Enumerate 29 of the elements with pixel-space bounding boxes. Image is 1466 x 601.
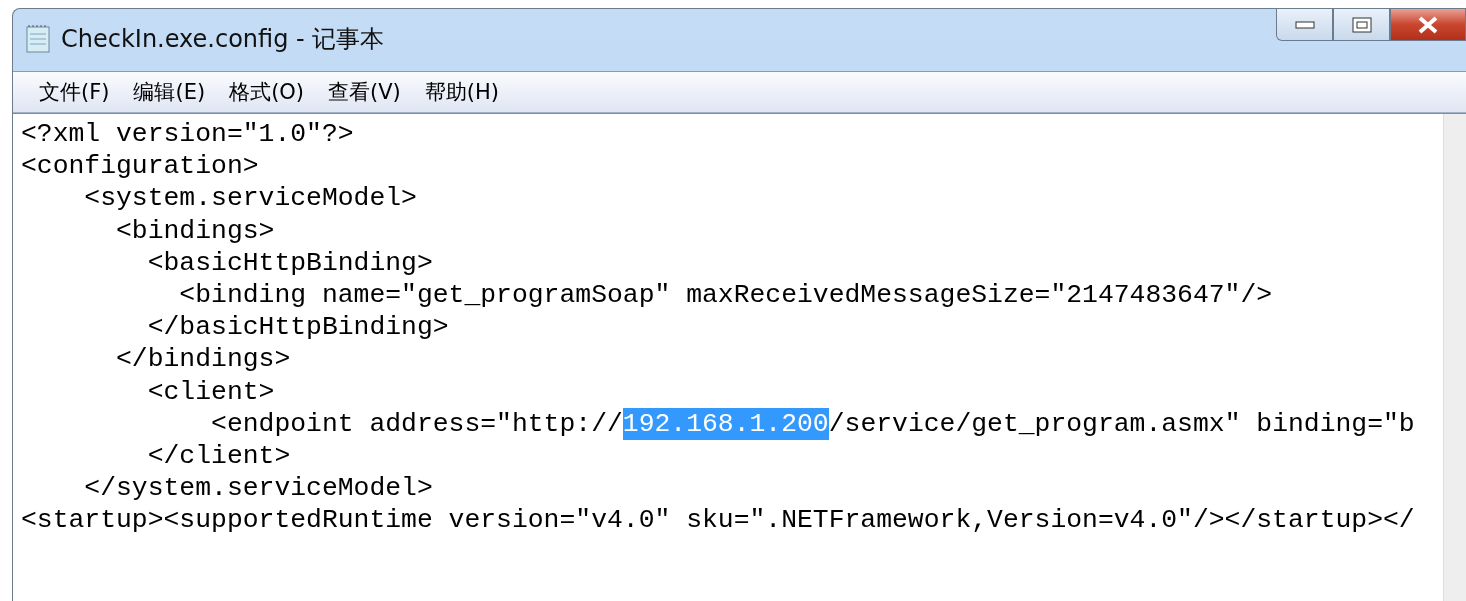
code-text: </system.serviceModel> — [83, 472, 433, 505]
selected-text: 192.168.1.200 — [622, 407, 829, 440]
code-text: <system.serviceModel> — [83, 182, 417, 215]
maximize-button[interactable] — [1333, 9, 1390, 41]
code-text: <bindings> — [115, 214, 275, 247]
window-title: CheckIn.exe.config - 记事本 — [61, 24, 385, 55]
code-text: <startup><supportedRuntime version="v4.0" sku=".NETFramework,Version=v4.0"/></startup></ — [21, 504, 1415, 537]
menu-item[interactable]: 编辑(E) — [121, 74, 218, 110]
scrollbar[interactable] — [1443, 114, 1466, 601]
code-text: <endpoint address="http:// — [210, 407, 623, 440]
code-text: </bindings> — [115, 343, 291, 376]
close-icon — [1417, 15, 1439, 34]
code-text: <basicHttpBinding> — [146, 246, 433, 279]
close-button[interactable] — [1390, 9, 1466, 41]
code-text: <client> — [146, 375, 275, 408]
code-text: </basicHttpBinding> — [146, 311, 449, 344]
code-text: <?xml version="1.0"?> — [21, 118, 354, 151]
code-text: <configuration> — [21, 150, 259, 183]
code-text: </client> — [146, 439, 291, 473]
code-text: <binding name="get_programSoap" maxReceivedMessageSize="2147483647"/> — [178, 278, 1273, 312]
menu-item[interactable]: 帮助(H) — [412, 74, 511, 110]
maximize-icon — [1351, 16, 1372, 33]
menu-item[interactable]: 文件(F) — [27, 74, 122, 110]
minimize-button[interactable] — [1276, 9, 1333, 41]
menu-item[interactable]: 查看(V) — [316, 74, 413, 110]
notepad-icon — [25, 24, 51, 54]
menu-item[interactable]: 格式(O) — [217, 74, 317, 110]
code-text: /service/get_program.asmx" binding="b — [828, 407, 1415, 440]
minimize-icon — [1294, 20, 1315, 29]
